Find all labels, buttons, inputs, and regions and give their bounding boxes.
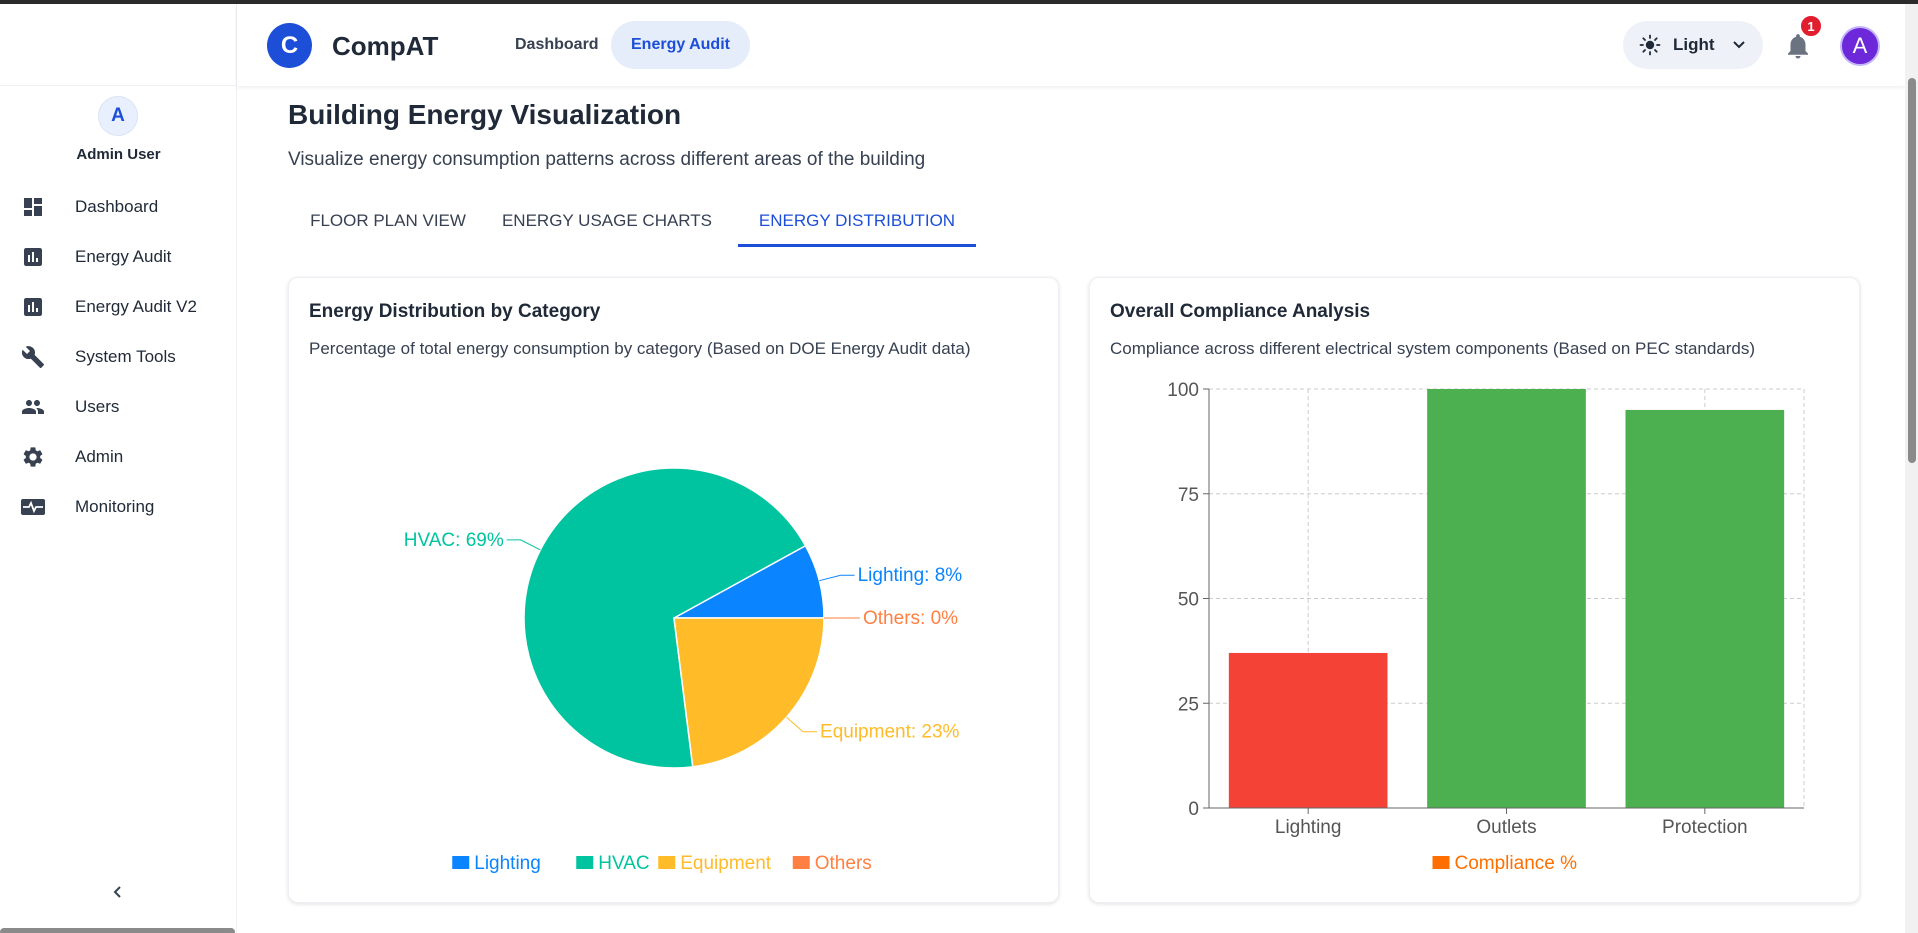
theme-label: Light	[1673, 35, 1715, 54]
user-avatar[interactable]: A	[1840, 26, 1880, 66]
page-title: Building Energy Visualization	[288, 99, 682, 130]
horizontal-scrollbar[interactable]	[0, 928, 235, 933]
sidebar-avatar[interactable]: A	[98, 96, 138, 136]
pie-chart: Lighting: 8% HVAC: 69% Equipment: 23% Other…	[404, 467, 963, 874]
sidebar-item-monitoring[interactable]: Monitoring	[0, 482, 237, 532]
y-tick-label: 0	[1188, 799, 1199, 820]
theme-select[interactable]: Light	[1623, 21, 1763, 69]
brand-logo[interactable]: C	[267, 23, 312, 68]
legend-label-others: Others	[815, 853, 872, 874]
sidebar-item-energy-audit[interactable]: Energy Audit	[0, 232, 237, 282]
legend-label-compliance: Compliance %	[1455, 853, 1578, 874]
sidebar-item-label: System Tools	[75, 347, 176, 366]
y-tick-label: 100	[1167, 380, 1199, 401]
tab-floor-plan-view[interactable]: FLOOR PLAN VIEW	[288, 195, 488, 247]
sidebar-divider	[0, 85, 237, 86]
vertical-scrollbar-thumb[interactable]	[1908, 78, 1916, 463]
legend-swatch-others	[792, 856, 810, 869]
sun-icon	[1639, 34, 1661, 56]
bar-lighting	[1228, 652, 1388, 808]
collapse-sidebar-button[interactable]	[106, 880, 130, 904]
top-nav-energy-audit[interactable]: Energy Audit	[611, 21, 750, 69]
pie-label-line-hvac	[506, 539, 541, 551]
pie-label-line-lighting	[819, 574, 855, 582]
pie-label-hvac: HVAC: 69%	[404, 530, 504, 551]
bar-outlets	[1427, 389, 1586, 808]
pie-slice-equipment	[673, 617, 825, 768]
chevron-down-icon	[1733, 41, 1745, 49]
sidebar-item-label: Monitoring	[75, 497, 155, 516]
users-icon	[20, 394, 46, 420]
bar-chart-icon	[20, 244, 46, 270]
top-nav-dashboard[interactable]: Dashboard	[495, 21, 619, 69]
x-tick-label: Outlets	[1476, 817, 1536, 838]
bar-chart: 0 25 50 75 100 Lighting Outlets Protection Compl…	[1167, 380, 1805, 874]
legend-swatch-equipment	[658, 856, 676, 869]
sidebar-nav: Dashboard Energy Audit Energy Audit V2 S…	[0, 182, 237, 532]
compliance-analysis-card: Overall Compliance Analysis Compliance a…	[1089, 277, 1860, 903]
active-tab-indicator	[738, 244, 976, 247]
wrench-icon	[20, 344, 46, 370]
x-tick-label: Lighting	[1275, 817, 1342, 838]
sidebar: A Admin User Dashboard Energy Audit Ener…	[0, 4, 237, 933]
gear-icon	[20, 444, 46, 470]
notification-badge: 1	[1799, 14, 1823, 38]
tab-energy-usage-charts[interactable]: ENERGY USAGE CHARTS	[488, 195, 726, 247]
bar-protection	[1625, 409, 1785, 808]
legend-swatch-lighting	[452, 856, 470, 869]
sidebar-user-name: Admin User	[76, 146, 161, 163]
pie-label-equipment: Equipment: 23%	[820, 722, 960, 743]
dashboard-icon	[20, 194, 46, 220]
pie-label-line-equipment	[786, 716, 818, 733]
sidebar-item-dashboard[interactable]: Dashboard	[0, 182, 237, 232]
bar-chart-icon	[20, 294, 46, 320]
sidebar-item-label: Energy Audit V2	[75, 297, 197, 316]
sidebar-item-admin[interactable]: Admin	[0, 432, 237, 482]
y-tick-label: 75	[1178, 485, 1199, 506]
sidebar-item-label: Dashboard	[75, 197, 159, 216]
brand-name[interactable]: CompAT	[332, 31, 438, 62]
x-tick-label: Protection	[1662, 817, 1748, 838]
legend-label-lighting: Lighting	[474, 853, 541, 874]
energy-distribution-card: Energy Distribution by Category Percenta…	[288, 277, 1059, 903]
page-subtitle: Visualize energy consumption patterns ac…	[288, 149, 926, 170]
sidebar-item-users[interactable]: Users	[0, 382, 237, 432]
top-header: C CompAT Dashboard Energy Audit Light 1 …	[237, 4, 1905, 86]
sidebar-item-label: Users	[75, 397, 120, 416]
sidebar-item-label: Energy Audit	[75, 247, 172, 266]
y-tick-label: 50	[1178, 590, 1199, 611]
legend-label-equipment: Equipment	[680, 853, 772, 874]
legend-swatch-compliance	[1432, 856, 1450, 869]
sidebar-item-system-tools[interactable]: System Tools	[0, 332, 237, 382]
monitor-heart-icon	[20, 494, 46, 520]
pie-label-lighting: Lighting: 8%	[858, 565, 963, 586]
chevron-left-icon	[113, 886, 121, 898]
pie-label-others: Others: 0%	[863, 608, 958, 629]
tab-energy-distribution[interactable]: ENERGY DISTRIBUTION	[738, 195, 976, 247]
legend-label-hvac: HVAC	[598, 853, 649, 874]
legend-swatch-hvac	[576, 856, 594, 869]
sidebar-item-energy-audit-v2[interactable]: Energy Audit V2	[0, 282, 237, 332]
sidebar-item-label: Admin	[75, 447, 124, 466]
y-tick-label: 25	[1178, 694, 1199, 715]
